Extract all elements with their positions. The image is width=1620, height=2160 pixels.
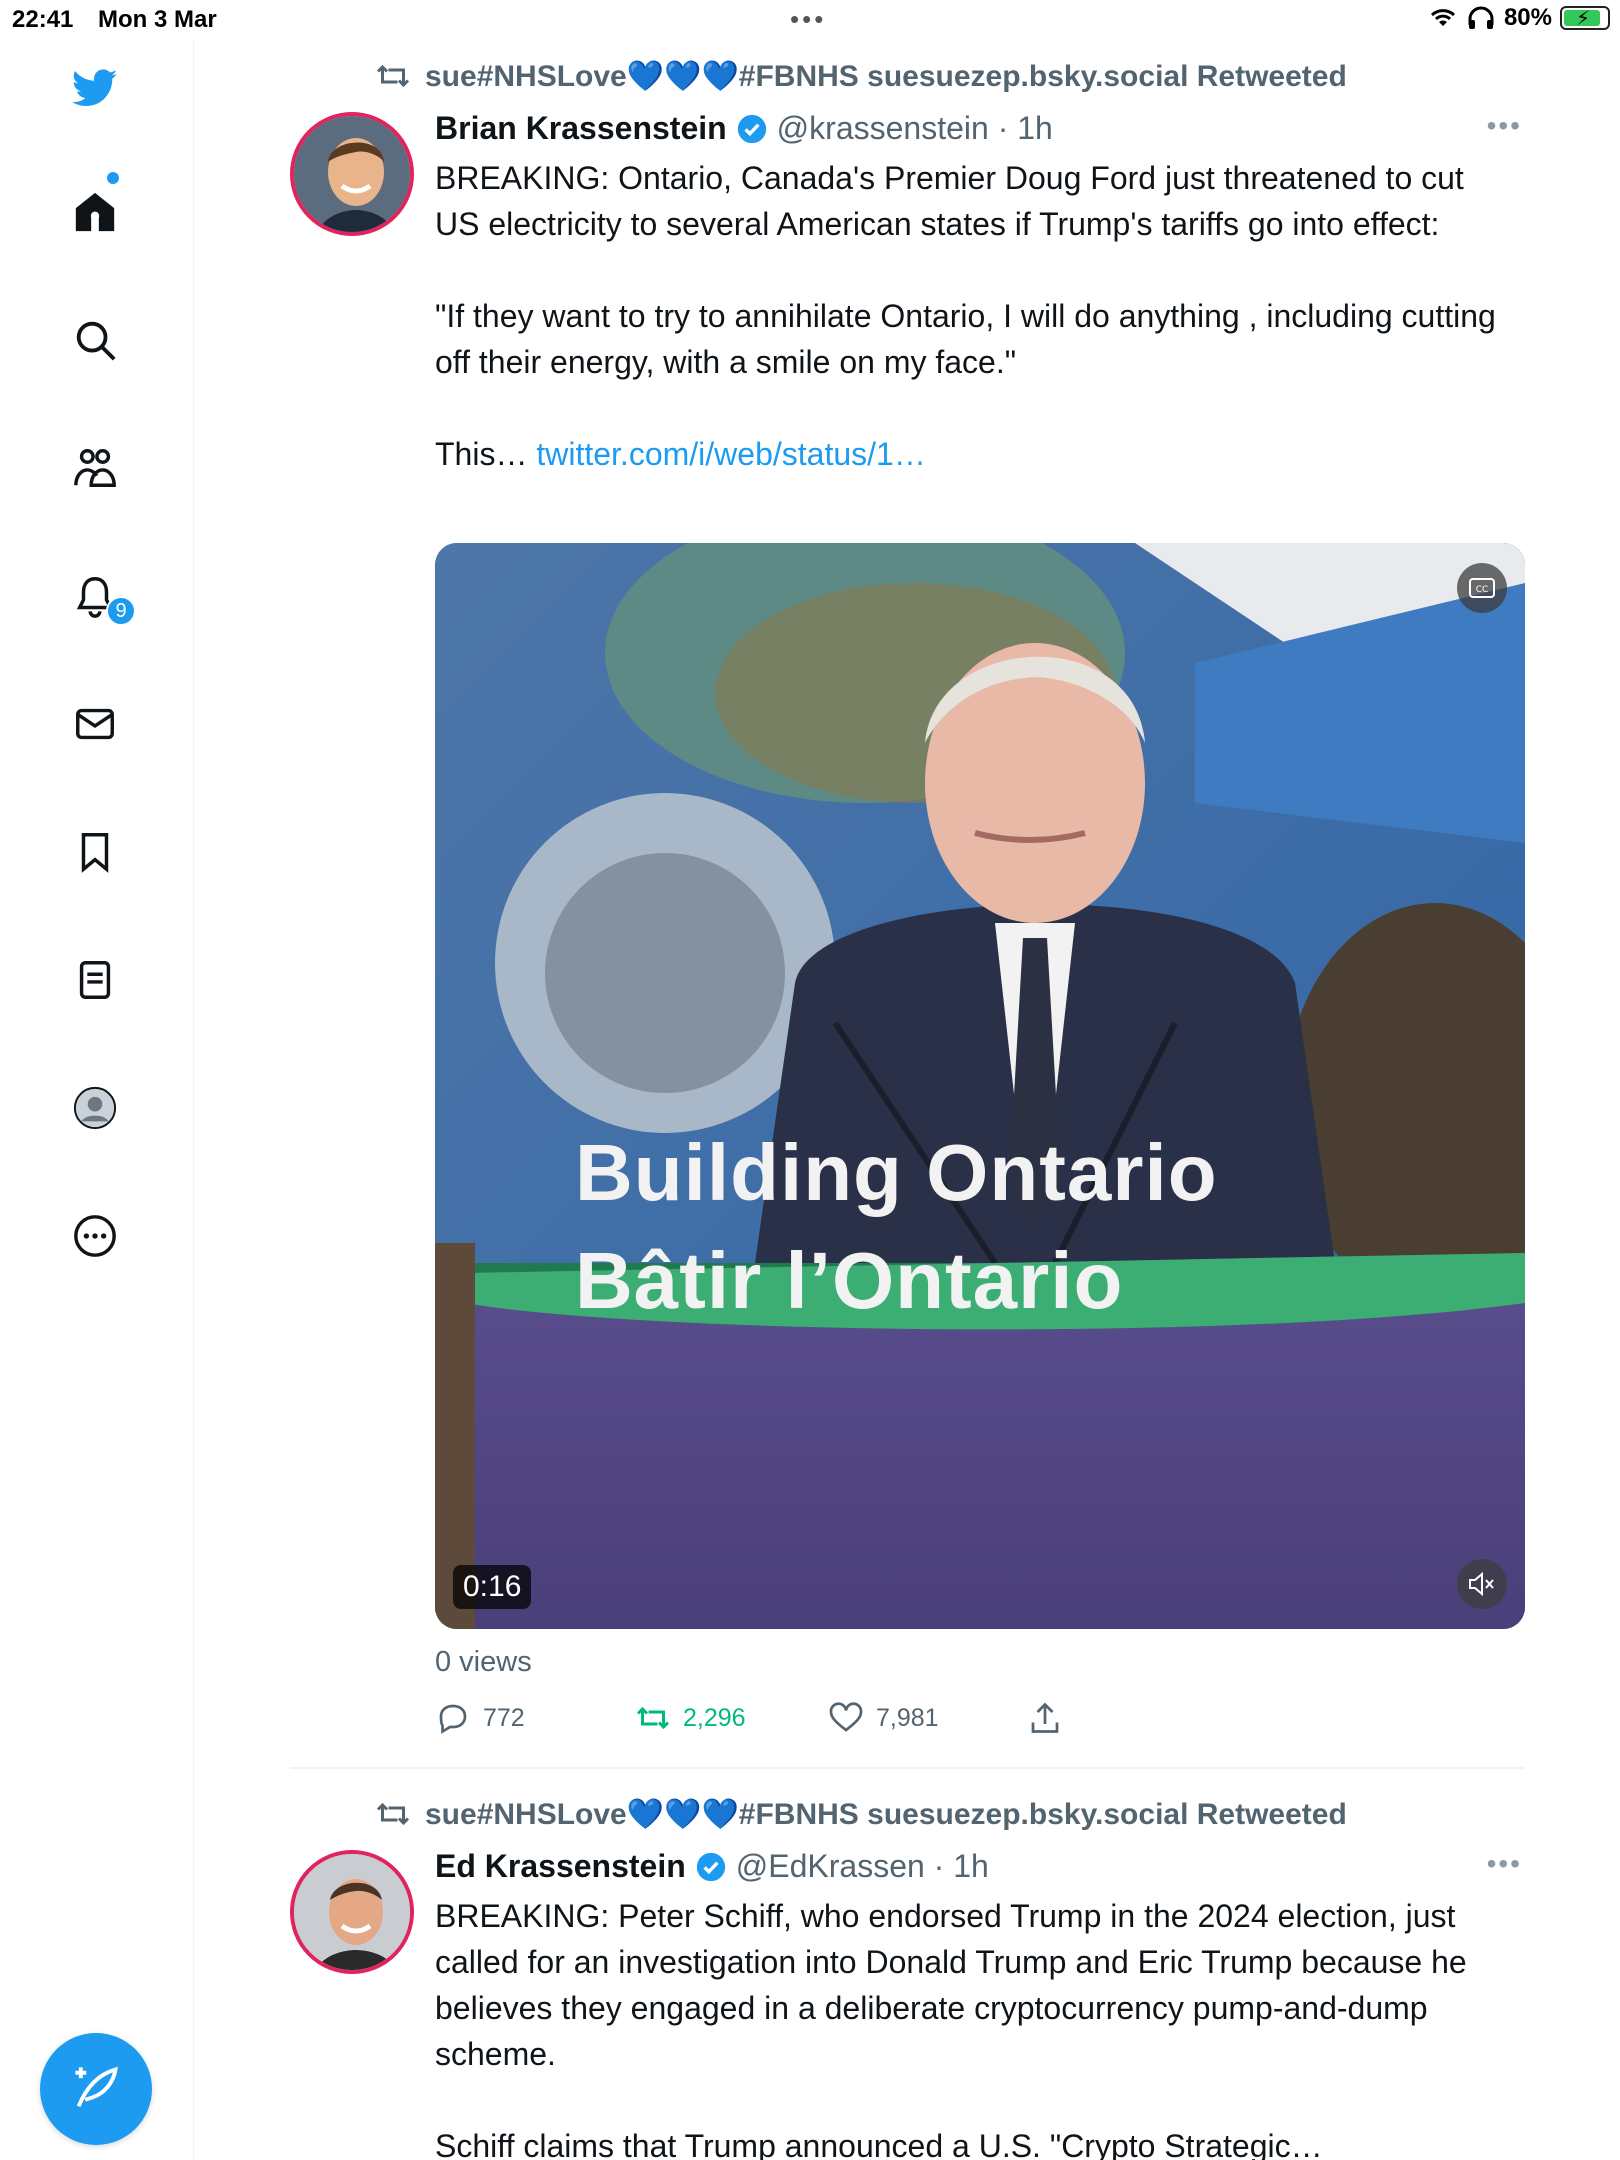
- closed-captions-icon: CC: [1469, 578, 1495, 598]
- share-button[interactable]: [1027, 1700, 1063, 1736]
- tweet-text: BREAKING: Ontario, Canada's Premier Doug…: [435, 155, 1515, 477]
- compose-feather-icon: [75, 2066, 118, 2108]
- communities-icon[interactable]: [67, 440, 123, 496]
- retweeted-by-label[interactable]: sue#NHSLove💙💙💙#FBNHS suesuezep.bsky.soci…: [425, 1797, 1347, 1832]
- tweet-text-paragraph: BREAKING: Peter Schiff, who endorsed Tru…: [435, 1898, 1467, 2072]
- tweet-text-paragraph: BREAKING: Ontario, Canada's Premier Doug…: [435, 160, 1464, 242]
- compose-tweet-button[interactable]: [40, 2033, 152, 2145]
- tweet-header: Ed Krassenstein @EdKrassen · 1h: [435, 1848, 989, 1885]
- sidebar-nav: 9: [0, 40, 194, 2160]
- status-indicators: 80% ⚡: [1428, 4, 1610, 32]
- retweet-icon: [376, 64, 410, 88]
- home-unread-dot: [107, 172, 119, 184]
- video-player[interactable]: Building Ontario Bâtir l’Ontario CC 0:16: [435, 543, 1525, 1629]
- author-name[interactable]: Brian Krassenstein: [435, 110, 727, 147]
- messages-icon[interactable]: [67, 696, 123, 752]
- like-button[interactable]: 7,981: [828, 1700, 939, 1736]
- verified-badge-icon: [737, 114, 766, 143]
- mute-toggle-button[interactable]: [1457, 1559, 1507, 1609]
- video-banner-line-1: Building Ontario: [575, 1128, 1218, 1217]
- video-frame: [435, 543, 1525, 1629]
- share-icon: [1031, 1702, 1059, 1733]
- battery-icon: ⚡: [1560, 6, 1610, 30]
- retweet-icon: [636, 1706, 670, 1730]
- tweet-link[interactable]: twitter.com/i/web/status/1…: [536, 436, 925, 472]
- author-name[interactable]: Ed Krassenstein: [435, 1848, 686, 1885]
- tweet-text-paragraph: This… twitter.com/i/web/status/1…: [435, 431, 1515, 477]
- wifi-icon: [1430, 9, 1455, 26]
- battery-percent: 80%: [1503, 4, 1552, 31]
- retweet-button[interactable]: 2,296: [635, 1700, 746, 1736]
- reply-button[interactable]: 772: [435, 1700, 525, 1736]
- video-banner-line-2: Bâtir l’Ontario: [575, 1236, 1124, 1325]
- like-count: 7,981: [876, 1703, 939, 1732]
- notifications-count-badge: 9: [106, 596, 136, 626]
- tweet-text: BREAKING: Peter Schiff, who endorsed Tru…: [435, 1893, 1515, 2160]
- search-icon[interactable]: [67, 312, 123, 368]
- video-duration: 0:16: [453, 1565, 532, 1609]
- tweet-text-fragment: This…: [435, 436, 537, 472]
- avatar[interactable]: [290, 1850, 414, 1974]
- avatar[interactable]: [290, 112, 414, 236]
- reply-icon: [439, 1704, 467, 1734]
- status-bar: 22:41 Mon 3 Mar ••• 80% ⚡: [0, 0, 1620, 40]
- tweet-more-icon[interactable]: •••: [1487, 1848, 1522, 1880]
- view-count: 0 views: [435, 1646, 532, 1678]
- svg-text:CC: CC: [1476, 585, 1489, 595]
- heart-icon: [829, 1702, 863, 1732]
- retweeted-by-label[interactable]: sue#NHSLove💙💙💙#FBNHS suesuezep.bsky.soci…: [425, 59, 1347, 94]
- retweet-context: sue#NHSLove💙💙💙#FBNHS suesuezep.bsky.soci…: [375, 58, 1347, 94]
- multitasking-dots-icon[interactable]: •••: [790, 4, 826, 35]
- status-time: 22:41: [12, 6, 74, 33]
- muted-speaker-icon: [1469, 1572, 1494, 1596]
- tweet-more-icon[interactable]: •••: [1487, 110, 1522, 142]
- author-handle[interactable]: @krassenstein · 1h: [777, 110, 1053, 147]
- lists-icon[interactable]: [67, 952, 123, 1008]
- retweet-count: 2,296: [683, 1703, 746, 1732]
- status-date: Mon 3 Mar: [98, 6, 217, 33]
- tweet-text-paragraph: Schiff claims that Trump announced a U.S…: [435, 2128, 1323, 2160]
- author-handle[interactable]: @EdKrassen · 1h: [736, 1848, 989, 1885]
- retweet-context: sue#NHSLove💙💙💙#FBNHS suesuezep.bsky.soci…: [375, 1796, 1347, 1832]
- home-icon[interactable]: [67, 184, 123, 240]
- tweet-text-paragraph: "If they want to try to annihilate Ontar…: [435, 298, 1496, 380]
- more-options-icon[interactable]: [67, 1208, 123, 1264]
- profile-icon[interactable]: [67, 1080, 123, 1136]
- reply-count: 772: [483, 1703, 525, 1732]
- tweet-header: Brian Krassenstein @krassenstein · 1h: [435, 110, 1053, 147]
- retweet-icon: [376, 1802, 410, 1826]
- tweet-divider: [290, 1767, 1524, 1769]
- headphones-icon: [1468, 6, 1494, 29]
- twitter-logo-icon[interactable]: [67, 60, 123, 116]
- verified-badge-icon: [696, 1852, 725, 1881]
- closed-captions-button[interactable]: CC: [1457, 563, 1507, 613]
- bookmarks-icon[interactable]: [67, 824, 123, 880]
